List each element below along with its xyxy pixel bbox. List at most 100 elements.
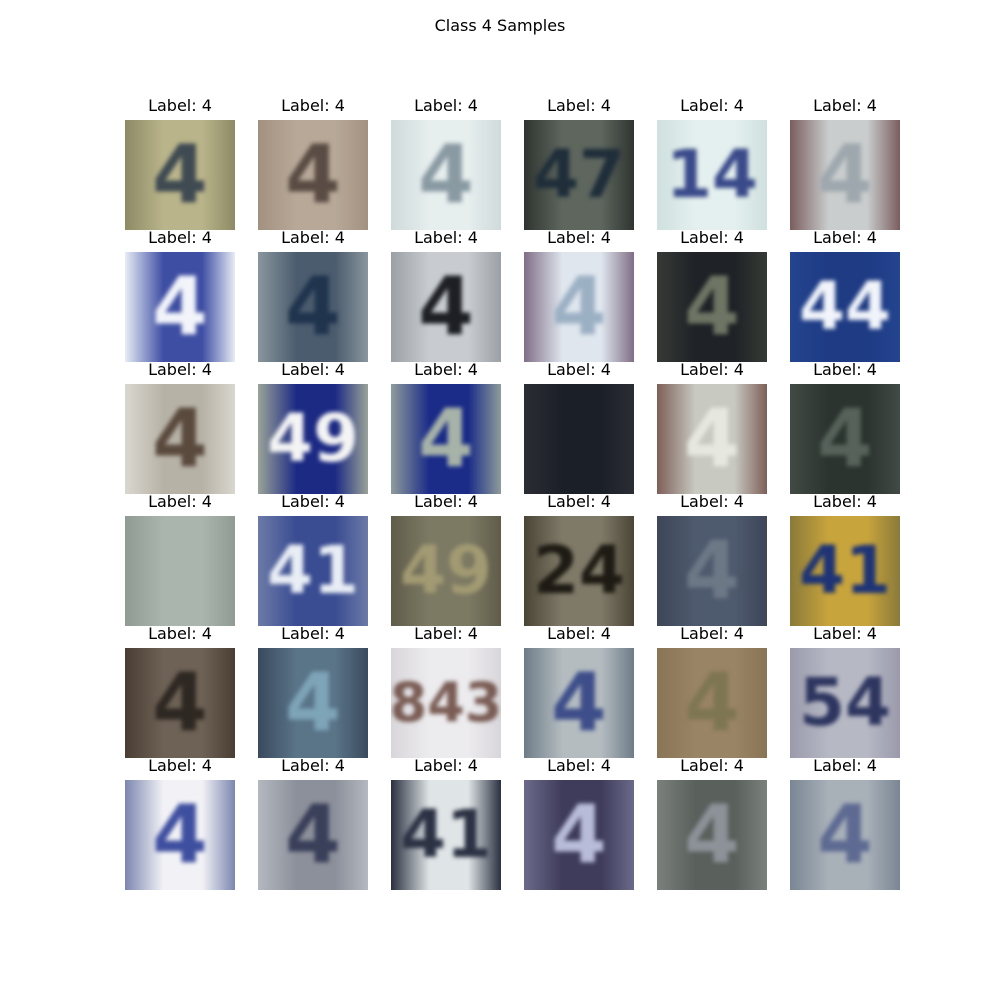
sample-digit-glyph: 41 bbox=[799, 532, 891, 609]
sample-digit-glyph: 49 bbox=[267, 400, 359, 477]
sample-cell: Label: 4 4 bbox=[391, 360, 501, 494]
sample-image: 14 bbox=[657, 120, 767, 230]
sample-label: Label: 4 bbox=[813, 756, 877, 775]
sample-cell: Label: 4 bbox=[524, 360, 634, 494]
sample-label: Label: 4 bbox=[148, 492, 212, 511]
sample-digit-glyph: 24 bbox=[533, 532, 625, 609]
sample-image: 4 bbox=[391, 252, 501, 362]
sample-digit-glyph: 49 bbox=[400, 532, 492, 609]
sample-image: 4 bbox=[657, 252, 767, 362]
sample-label: Label: 4 bbox=[281, 228, 345, 247]
sample-label: Label: 4 bbox=[281, 96, 345, 115]
sample-cell: Label: 4 4 bbox=[125, 360, 235, 494]
sample-image: 4 bbox=[125, 252, 235, 362]
sample-digit-glyph: 4 bbox=[285, 656, 341, 749]
sample-cell: Label: 4 41 bbox=[391, 756, 501, 890]
sample-label: Label: 4 bbox=[680, 624, 744, 643]
sample-digit-glyph: 4 bbox=[684, 392, 740, 485]
sample-digit-glyph: 4 bbox=[684, 788, 740, 881]
sample-image: 41 bbox=[258, 516, 368, 626]
sample-digit-glyph: 4 bbox=[152, 788, 208, 881]
sample-label: Label: 4 bbox=[680, 492, 744, 511]
sample-cell: Label: 4 bbox=[125, 492, 235, 626]
sample-cell: Label: 4 14 bbox=[657, 96, 767, 230]
sample-label: Label: 4 bbox=[148, 228, 212, 247]
sample-label: Label: 4 bbox=[148, 360, 212, 379]
sample-image: 4 bbox=[524, 252, 634, 362]
sample-cell: Label: 4 54 bbox=[790, 624, 900, 758]
sample-image: 44 bbox=[790, 252, 900, 362]
sample-image: 843 bbox=[391, 648, 501, 758]
sample-cell: Label: 4 41 bbox=[790, 492, 900, 626]
sample-label: Label: 4 bbox=[414, 624, 478, 643]
sample-digit-glyph: 41 bbox=[267, 532, 359, 609]
sample-label: Label: 4 bbox=[414, 360, 478, 379]
sample-label: Label: 4 bbox=[813, 96, 877, 115]
sample-image: 4 bbox=[790, 780, 900, 890]
sample-digit-glyph: 41 bbox=[400, 796, 492, 873]
sample-cell: Label: 4 4 bbox=[657, 756, 767, 890]
sample-image: 4 bbox=[258, 120, 368, 230]
sample-image: 4 bbox=[790, 384, 900, 494]
sample-image: 4 bbox=[790, 120, 900, 230]
sample-image: 4 bbox=[657, 516, 767, 626]
sample-cell: Label: 4 4 bbox=[524, 624, 634, 758]
sample-label: Label: 4 bbox=[547, 228, 611, 247]
sample-digit-glyph: 4 bbox=[684, 524, 740, 617]
sample-image bbox=[125, 516, 235, 626]
sample-label: Label: 4 bbox=[680, 360, 744, 379]
sample-cell: Label: 4 4 bbox=[258, 756, 368, 890]
sample-cell: Label: 4 4 bbox=[657, 360, 767, 494]
sample-digit-glyph: 4 bbox=[551, 656, 607, 749]
sample-label: Label: 4 bbox=[547, 756, 611, 775]
sample-digit-glyph: 4 bbox=[684, 656, 740, 749]
sample-label: Label: 4 bbox=[414, 756, 478, 775]
sample-image: 47 bbox=[524, 120, 634, 230]
sample-label: Label: 4 bbox=[813, 360, 877, 379]
sample-cell: Label: 4 843 bbox=[391, 624, 501, 758]
sample-image: 4 bbox=[391, 120, 501, 230]
sample-cell: Label: 4 4 bbox=[391, 96, 501, 230]
sample-image: 4 bbox=[657, 384, 767, 494]
sample-digit-glyph: 843 bbox=[391, 671, 501, 734]
sample-digit-glyph: 4 bbox=[152, 260, 208, 353]
sample-cell: Label: 4 4 bbox=[524, 756, 634, 890]
sample-label: Label: 4 bbox=[414, 96, 478, 115]
sample-cell: Label: 4 4 bbox=[258, 624, 368, 758]
sample-image: 4 bbox=[125, 120, 235, 230]
sample-label: Label: 4 bbox=[281, 756, 345, 775]
sample-label: Label: 4 bbox=[547, 624, 611, 643]
sample-digit-glyph: 4 bbox=[817, 392, 873, 485]
sample-cell: Label: 4 4 bbox=[524, 228, 634, 362]
sample-image-background bbox=[524, 384, 634, 494]
sample-digit-glyph: 4 bbox=[152, 656, 208, 749]
sample-cell: Label: 4 4 bbox=[125, 228, 235, 362]
sample-label: Label: 4 bbox=[813, 228, 877, 247]
sample-image: 4 bbox=[524, 780, 634, 890]
sample-image: 4 bbox=[657, 780, 767, 890]
sample-cell: Label: 4 4 bbox=[125, 96, 235, 230]
sample-cell: Label: 4 4 bbox=[790, 96, 900, 230]
sample-image: 41 bbox=[790, 516, 900, 626]
sample-digit-glyph: 4 bbox=[684, 260, 740, 353]
sample-digit-glyph: 14 bbox=[666, 136, 758, 213]
sample-digit-glyph: 4 bbox=[418, 392, 474, 485]
sample-label: Label: 4 bbox=[813, 624, 877, 643]
sample-cell: Label: 4 44 bbox=[790, 228, 900, 362]
sample-image: 4 bbox=[125, 384, 235, 494]
sample-digit-glyph: 4 bbox=[152, 392, 208, 485]
sample-digit-glyph: 4 bbox=[285, 128, 341, 221]
sample-image: 54 bbox=[790, 648, 900, 758]
sample-digit-glyph: 44 bbox=[799, 268, 891, 345]
sample-label: Label: 4 bbox=[148, 756, 212, 775]
sample-cell: Label: 4 24 bbox=[524, 492, 634, 626]
sample-label: Label: 4 bbox=[813, 492, 877, 511]
sample-label: Label: 4 bbox=[281, 624, 345, 643]
sample-image: 41 bbox=[391, 780, 501, 890]
sample-cell: Label: 4 4 bbox=[657, 492, 767, 626]
sample-image: 4 bbox=[125, 648, 235, 758]
sample-label: Label: 4 bbox=[414, 228, 478, 247]
sample-cell: Label: 4 4 bbox=[790, 756, 900, 890]
sample-cell: Label: 4 4 bbox=[391, 228, 501, 362]
sample-digit-glyph: 4 bbox=[418, 260, 474, 353]
